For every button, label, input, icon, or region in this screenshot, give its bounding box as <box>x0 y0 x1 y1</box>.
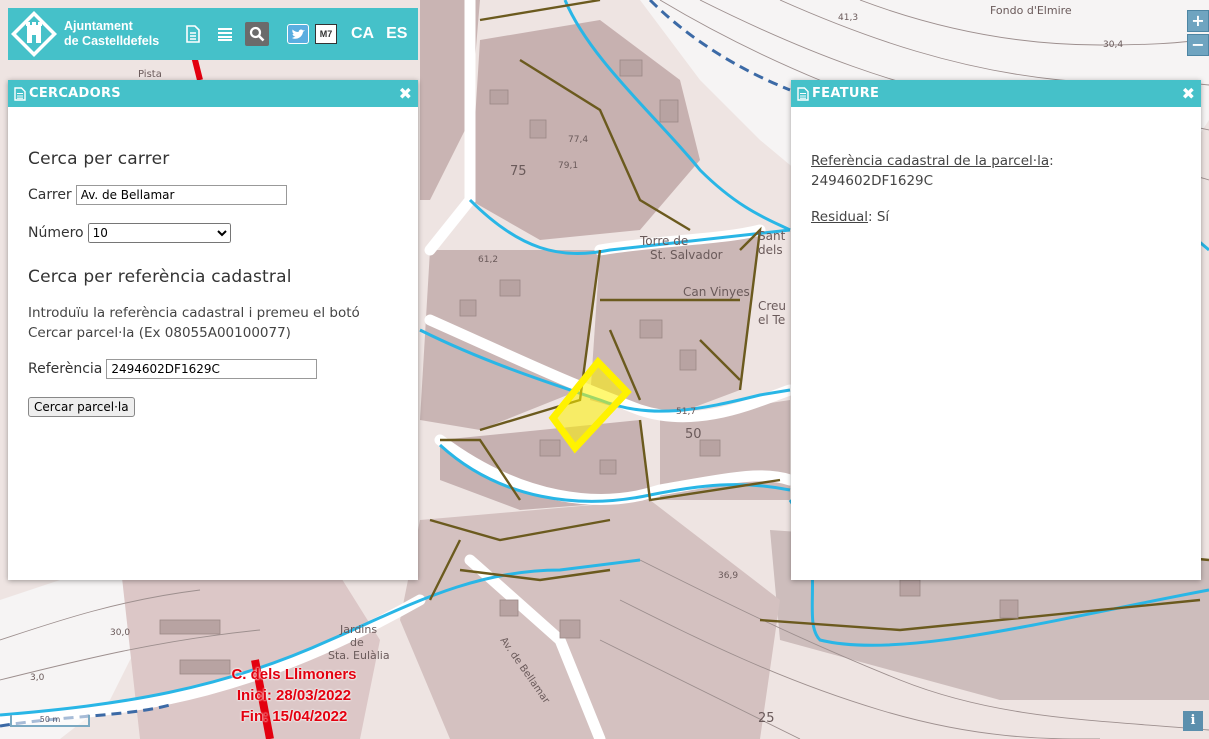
street-search-heading: Cerca per carrer <box>28 149 170 169</box>
number-select[interactable]: 10 <box>87 223 231 243</box>
number-label: Número <box>28 225 84 241</box>
search-panel: CERCADORS ✖ Cerca per carrer Carrer Núme… <box>8 80 418 580</box>
city-emblem-icon <box>11 11 57 57</box>
zoom-in-button[interactable]: + <box>1187 10 1209 32</box>
feature-panel-body: Referència cadastral de la parcel·la: 24… <box>791 107 1201 247</box>
twitter-button[interactable] <box>287 24 309 44</box>
document-icon <box>14 86 26 101</box>
reference-input[interactable] <box>106 359 318 379</box>
map-label: Can Vinyes <box>683 285 750 299</box>
street-label: Carrer <box>28 187 72 203</box>
map-label: 41,3 <box>838 13 858 23</box>
feature-panel-header: FEATURE ✖ <box>791 80 1201 107</box>
close-icon[interactable]: ✖ <box>399 85 412 102</box>
m7-label: M7 <box>319 29 333 39</box>
roadwork-street: C. dels Llimoners <box>231 666 357 683</box>
street-input[interactable] <box>75 185 287 205</box>
map-label: St. Salvador <box>650 248 723 262</box>
twitter-icon <box>292 29 305 39</box>
reference-row: Referència <box>28 359 398 379</box>
roadwork-notice: C. dels Llimoners Inici: 28/03/2022 Fin:… <box>220 664 368 727</box>
map-label: Fondo d'Elmire <box>990 4 1072 17</box>
cadastral-intro-text: Introduïu la referència cadastral i prem… <box>28 305 360 341</box>
scale-bar: 50 m <box>10 715 90 727</box>
cadastral-reference-label: Referència cadastral de la parcel·la <box>811 153 1050 169</box>
number-row: Número 10 <box>28 223 398 243</box>
map-label: 36,9 <box>718 571 738 581</box>
lang-es-button[interactable]: ES <box>386 25 407 43</box>
residual-value: Sí <box>876 209 890 225</box>
document-icon <box>797 86 809 101</box>
brand-line-2: de Castelldefels <box>64 34 160 48</box>
roadwork-start: Inici: 28/03/2022 <box>236 687 352 704</box>
document-icon <box>186 25 200 43</box>
map-label: Torre de <box>639 234 688 248</box>
map-label: 51,7 <box>676 407 696 417</box>
brand-name: Ajuntament de Castelldefels <box>64 19 159 49</box>
map-label: Pista <box>138 69 162 80</box>
cadastral-search-heading: Cerca per referència cadastral <box>28 267 292 287</box>
map-label: Sta. Eulàlia <box>328 649 390 662</box>
search-icon <box>249 26 265 42</box>
map-label: dels <box>758 243 783 257</box>
feature-panel: FEATURE ✖ Referència cadastral de la par… <box>791 80 1201 580</box>
info-button[interactable]: i <box>1183 711 1203 731</box>
reference-label: Referència <box>28 361 103 377</box>
map-label: 79,1 <box>558 161 578 171</box>
search-parcel-button[interactable]: Cercar parcel·la <box>28 397 135 417</box>
residual-field: Residual: Sí <box>811 209 890 225</box>
map-label: 50 <box>685 427 702 442</box>
map-label: 25 <box>758 711 775 726</box>
map-label: 75 <box>510 164 527 179</box>
feature-panel-title: FEATURE <box>812 86 880 101</box>
map-label: de <box>350 636 364 649</box>
street-row: Carrer <box>28 185 398 205</box>
map-label: Sant <box>758 229 786 243</box>
brand-line-1: Ajuntament <box>64 19 133 33</box>
layers-button[interactable] <box>213 22 237 46</box>
document-button[interactable] <box>181 22 205 46</box>
residual-label: Residual <box>811 209 869 225</box>
search-panel-body: Cerca per carrer Carrer Número 10 Cerca … <box>8 107 418 437</box>
lang-ca-button[interactable]: CA <box>351 25 374 43</box>
close-icon[interactable]: ✖ <box>1182 85 1195 102</box>
map-label: 77,4 <box>568 135 588 145</box>
layers-icon <box>218 28 232 41</box>
map-label: 30,0 <box>110 628 130 638</box>
map-label: el Te <box>758 313 785 327</box>
map-label: Jardins <box>339 623 377 636</box>
top-toolbar: Ajuntament de Castelldefels M7 CA ES <box>8 8 418 60</box>
cadastral-reference-field: Referència cadastral de la parcel·la: 24… <box>811 153 1054 189</box>
cadastral-reference-value: 2494602DF1629C <box>811 173 934 189</box>
m7-button[interactable]: M7 <box>315 24 337 44</box>
search-panel-header: CERCADORS ✖ <box>8 80 418 107</box>
map-label: 3,0 <box>30 673 45 683</box>
brand-logo[interactable]: Ajuntament de Castelldefels <box>8 10 175 58</box>
map-label: 30,4 <box>1103 40 1123 50</box>
map-label: 61,2 <box>478 255 498 265</box>
map-label: Creu <box>758 299 786 313</box>
zoom-controls: + − <box>1187 10 1209 58</box>
search-panel-title: CERCADORS <box>29 86 121 101</box>
search-button[interactable] <box>245 22 269 46</box>
roadwork-end: Fin: 15/04/2022 <box>240 708 348 725</box>
zoom-out-button[interactable]: − <box>1187 34 1209 56</box>
